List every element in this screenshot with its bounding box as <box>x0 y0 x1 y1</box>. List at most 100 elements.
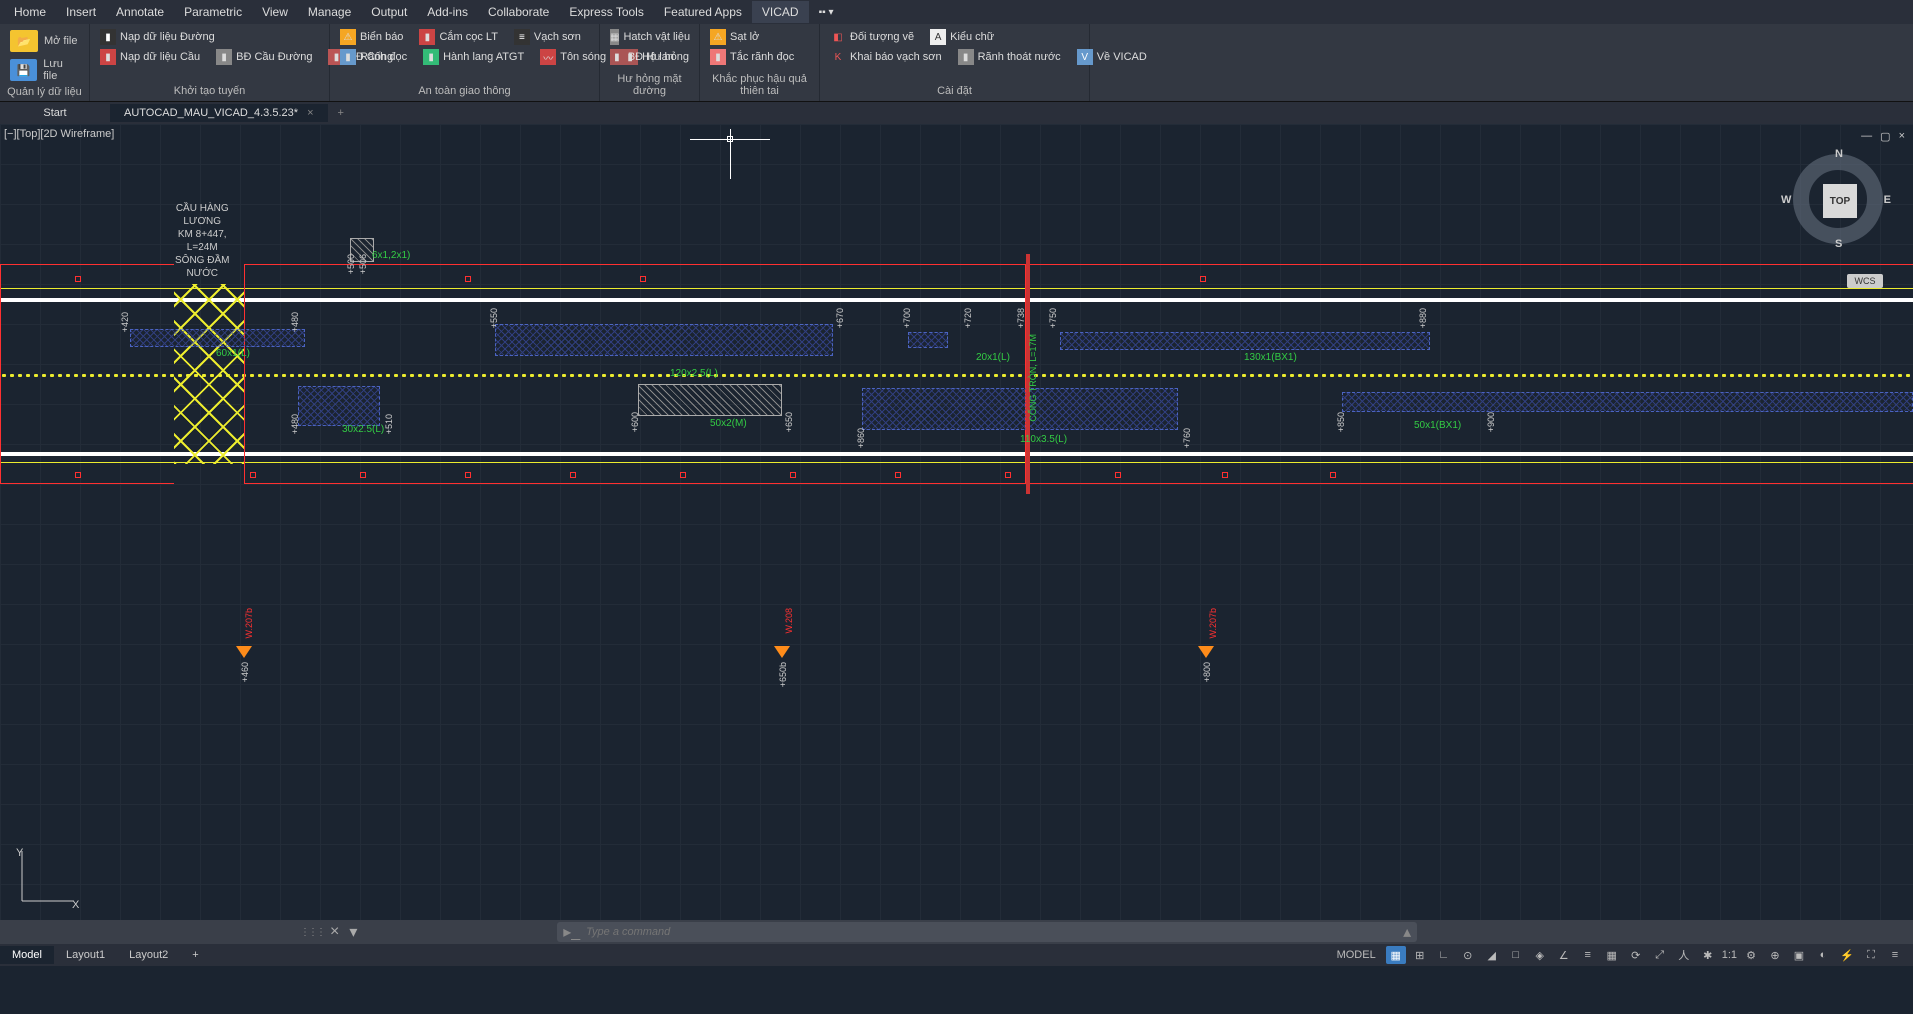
layout1-tab[interactable]: Layout1 <box>54 946 117 964</box>
bridge-road-map-button[interactable]: ▮BĐ Cầu Đường <box>212 48 316 66</box>
panel-settings: ◧Đối tượng vẽ AKiểu chữ KKhai báo vạch s… <box>820 24 1090 101</box>
load-bridge-data-button[interactable]: ▮Nạp dữ liệu Cầu <box>96 48 204 66</box>
station: +650 <box>784 412 794 432</box>
annotation-scale-icon[interactable]: ⤢ <box>1650 946 1670 964</box>
warning-sign-icon: ⚠ <box>340 29 356 45</box>
panel-init-route: ▮Nạp dữ liệu Đường ▮Nạp dữ liệu Cầu ▮BĐ … <box>90 24 330 101</box>
cube-north[interactable]: N <box>1835 148 1843 160</box>
paint-line-button[interactable]: ≡Vạch sơn <box>510 28 585 46</box>
menu-overflow[interactable]: ▪▪ ▾ <box>809 3 844 22</box>
cmd-handle-icon[interactable]: ⋮⋮⋮ <box>300 927 324 938</box>
grid-toggle-icon[interactable]: ▦ <box>1386 946 1406 964</box>
menu-manage[interactable]: Manage <box>298 1 361 23</box>
sign-button[interactable]: ⚠Biển báo <box>336 28 407 46</box>
landslide-icon: ⚠ <box>710 29 726 45</box>
model-label[interactable]: MODEL <box>1331 946 1382 964</box>
minimize-icon[interactable]: — <box>1861 130 1872 143</box>
workspace-icon[interactable]: 人 <box>1674 946 1694 964</box>
model-tab[interactable]: Model <box>0 946 54 964</box>
menu-featured-apps[interactable]: Featured Apps <box>654 1 752 23</box>
clean-screen-icon[interactable]: ⛶ <box>1861 946 1881 964</box>
quick-props-icon[interactable]: ▣ <box>1789 946 1809 964</box>
menu-insert[interactable]: Insert <box>56 1 106 23</box>
drain-button[interactable]: ▮Rãnh thoát nước <box>954 48 1065 66</box>
warning-sign-icon <box>774 646 790 658</box>
cube-south[interactable]: S <box>1835 238 1842 250</box>
landslide-button[interactable]: ⚠Sạt lở <box>706 28 813 46</box>
lines-icon: ≡ <box>514 29 530 45</box>
cmd-dropdown-icon[interactable]: ▾ <box>345 922 361 942</box>
cmd-prompt-icon: ▸_ <box>563 922 580 942</box>
units-icon[interactable]: ⊕ <box>1765 946 1785 964</box>
cmd-close-icon[interactable]: × <box>324 923 345 941</box>
blockage-button[interactable]: ▮Tắc rãnh đọc <box>706 48 813 66</box>
close-icon[interactable]: × <box>1899 130 1905 143</box>
map-icon: ▮ <box>216 49 232 65</box>
3dosnap-icon[interactable]: ◈ <box>1530 946 1550 964</box>
customize-icon[interactable]: ≡ <box>1885 946 1905 964</box>
station: +670 <box>835 308 845 328</box>
scale-label[interactable]: 1:1 <box>1722 946 1737 964</box>
load-road-data-button[interactable]: ▮Nạp dữ liệu Đường <box>96 28 323 46</box>
menu-collaborate[interactable]: Collaborate <box>478 1 559 23</box>
add-layout-button[interactable]: + <box>180 946 210 964</box>
about-button[interactable]: VVề VICAD <box>1073 48 1151 66</box>
osnap-toggle-icon[interactable]: □ <box>1506 946 1526 964</box>
save-file-button[interactable]: 💾Lưu file <box>6 56 83 84</box>
layout2-tab[interactable]: Layout2 <box>117 946 180 964</box>
close-tab-icon[interactable]: × <box>301 107 313 119</box>
isodraft-icon[interactable]: ◢ <box>1482 946 1502 964</box>
isolate-icon[interactable]: ◐ <box>1813 946 1833 964</box>
polar-toggle-icon[interactable]: ⊙ <box>1458 946 1478 964</box>
view-cube[interactable]: TOP N E S W <box>1793 154 1883 244</box>
menu-addins[interactable]: Add-ins <box>417 1 478 23</box>
cmd-expand-icon[interactable]: ▴ <box>1403 922 1411 942</box>
cube-west[interactable]: W <box>1781 194 1791 206</box>
snap-toggle-icon[interactable]: ⊞ <box>1410 946 1430 964</box>
command-input[interactable] <box>586 926 1397 938</box>
file-tabstrip: Start AUTOCAD_MAU_VICAD_4.3.5.23* × + <box>0 102 1913 124</box>
menu-parametric[interactable]: Parametric <box>174 1 252 23</box>
cycling-icon[interactable]: ⟳ <box>1626 946 1646 964</box>
dim-label: 120x2.5(L) <box>670 368 718 379</box>
ditch-button[interactable]: ▮Rãnh đọc <box>336 48 411 66</box>
menu-annotate[interactable]: Annotate <box>106 1 174 23</box>
hardware-accel-icon[interactable]: ⚡ <box>1837 946 1857 964</box>
lineweight-icon[interactable]: ≡ <box>1578 946 1598 964</box>
wave-barrier-button[interactable]: 〰Tôn sóng <box>536 48 610 66</box>
menu-view[interactable]: View <box>252 1 298 23</box>
start-tab[interactable]: Start <box>0 104 110 122</box>
open-file-button[interactable]: 📂Mở file <box>6 28 83 54</box>
menu-express-tools[interactable]: Express Tools <box>559 1 653 23</box>
station: +480 <box>290 414 300 434</box>
menu-vicad[interactable]: VICAD <box>752 1 809 23</box>
hatch-3 <box>298 386 380 426</box>
drawing-viewport[interactable]: [−][Top][2D Wireframe] — ▢ × TOP N E S W… <box>0 124 1913 944</box>
hatch-icon: ▦ <box>610 29 619 45</box>
file-tab[interactable]: AUTOCAD_MAU_VICAD_4.3.5.23* × <box>110 104 328 122</box>
center-hatch <box>638 384 782 416</box>
annotation-vis-icon[interactable]: ✱ <box>1698 946 1718 964</box>
otrack-icon[interactable]: ∠ <box>1554 946 1574 964</box>
station: +850 <box>1336 412 1346 432</box>
station: +510 <box>384 414 394 434</box>
cube-top-face[interactable]: TOP <box>1823 184 1857 218</box>
menu-output[interactable]: Output <box>361 1 417 23</box>
transparency-icon[interactable]: ▦ <box>1602 946 1622 964</box>
corridor-button[interactable]: ▮Hành lang ATGT <box>419 48 528 66</box>
damage-map-button[interactable]: ▮BĐ Hư hỏng <box>606 48 693 66</box>
hatch-material-button[interactable]: ▦Hatch vật liệu <box>606 28 693 46</box>
menu-home[interactable]: Home <box>4 1 56 23</box>
view-label[interactable]: [−][Top][2D Wireframe] <box>4 128 114 140</box>
ortho-toggle-icon[interactable]: ∟ <box>1434 946 1454 964</box>
station: +720 <box>963 308 973 328</box>
stake-button[interactable]: ▮Cắm cọc LT <box>415 28 501 46</box>
cube-east[interactable]: E <box>1884 194 1891 206</box>
new-tab-button[interactable]: + <box>328 104 354 122</box>
paint-decl-button[interactable]: KKhai báo vạch sơn <box>826 48 946 66</box>
text-style-button[interactable]: AKiểu chữ <box>926 28 998 46</box>
maximize-icon[interactable]: ▢ <box>1880 130 1890 143</box>
draw-object-button[interactable]: ◧Đối tượng vẽ <box>826 28 918 46</box>
folder-open-icon: 📂 <box>10 30 38 52</box>
gear-icon[interactable]: ⚙ <box>1741 946 1761 964</box>
